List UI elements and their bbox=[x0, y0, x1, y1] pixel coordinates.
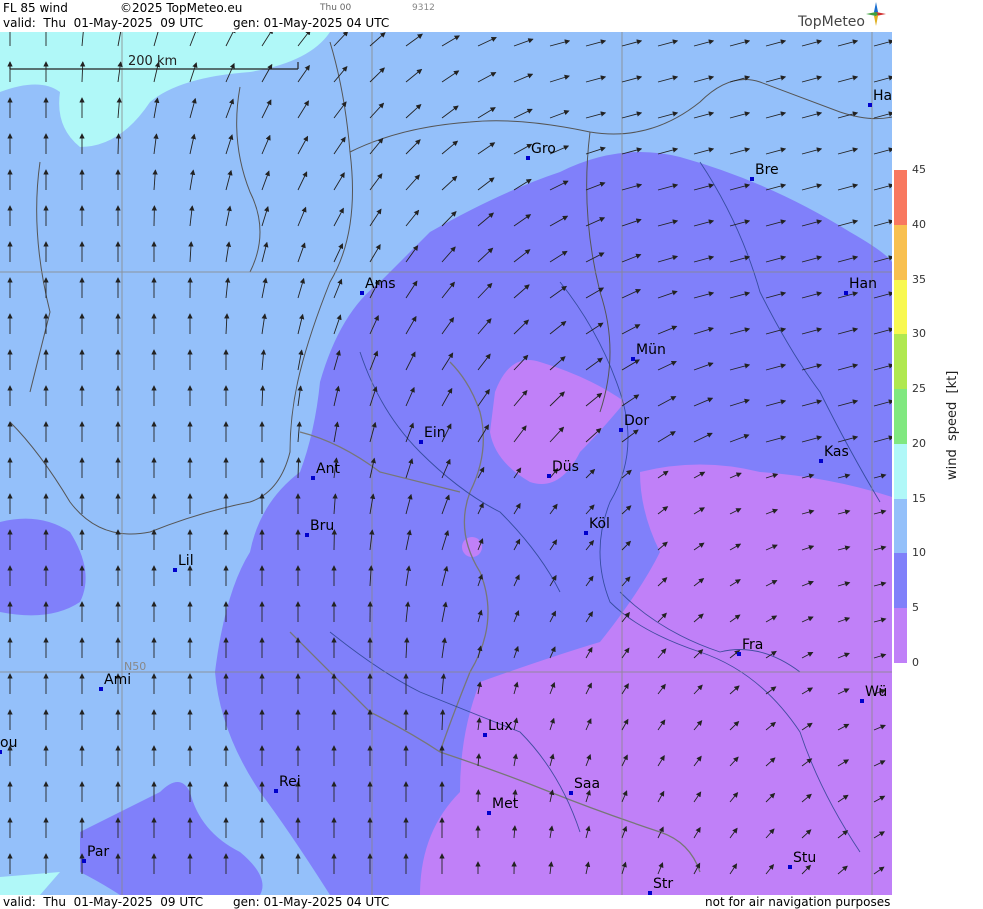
city-marker bbox=[844, 291, 848, 295]
legend-swatch-35-40 bbox=[894, 224, 907, 280]
city-marker bbox=[274, 789, 278, 793]
city-label: Str bbox=[653, 876, 674, 892]
city-label: Ams bbox=[365, 276, 396, 292]
legend-swatch-20-25 bbox=[894, 389, 907, 444]
city-marker bbox=[631, 357, 635, 361]
city-label: Par bbox=[87, 844, 110, 860]
city-label: Gro bbox=[531, 141, 556, 157]
legend-swatch-0-5 bbox=[894, 608, 907, 663]
city-marker bbox=[750, 177, 754, 181]
city-label: Kas bbox=[824, 444, 849, 460]
city-marker bbox=[526, 156, 530, 160]
city-marker bbox=[860, 699, 864, 703]
city-label: Düs bbox=[552, 459, 579, 475]
city-label: Wü bbox=[865, 684, 888, 700]
city-marker bbox=[483, 733, 487, 737]
city-marker bbox=[868, 103, 872, 107]
city-label: Met bbox=[492, 796, 519, 812]
legend-swatch-25-30 bbox=[894, 334, 907, 390]
city-label: Bre bbox=[755, 162, 779, 178]
legend-tick: 40 bbox=[912, 217, 926, 231]
valid-time: valid: Thu 01-May-2025 09 UTC bbox=[3, 16, 204, 30]
footer-generated-time: gen: 01-May-2025 04 UTC bbox=[233, 895, 390, 909]
city-marker bbox=[305, 533, 309, 537]
copyright-text: ©2025 TopMeteo.eu bbox=[120, 1, 243, 15]
legend-tick: 25 bbox=[912, 382, 926, 396]
city-label: Ant bbox=[316, 461, 340, 477]
legend-tick: 10 bbox=[912, 546, 926, 560]
legend-tick: 5 bbox=[912, 601, 919, 615]
legend-tick: 20 bbox=[912, 436, 926, 450]
legend-title: wind speed [kt] bbox=[945, 370, 960, 480]
map-footer: valid: Thu 01-May-2025 09 UTC gen: 01-Ma… bbox=[0, 895, 892, 909]
disclaimer-text: not for air navigation purposes bbox=[705, 895, 891, 909]
city-marker bbox=[311, 476, 315, 480]
generated-time: gen: 01-May-2025 04 UTC bbox=[233, 16, 390, 30]
city-marker bbox=[547, 474, 551, 478]
map-header: FL 85 wind ©2025 TopMeteo.eu Thu 00 9312… bbox=[0, 0, 892, 32]
city-label: Ein bbox=[424, 425, 446, 441]
legend-tick: 30 bbox=[912, 327, 926, 341]
legend-swatch-10-15 bbox=[894, 498, 907, 554]
scale-label: 200 km bbox=[128, 54, 177, 69]
city-marker bbox=[419, 440, 423, 444]
city-marker bbox=[788, 865, 792, 869]
legend-tick: 15 bbox=[912, 491, 926, 505]
city-label: Fra bbox=[742, 637, 764, 653]
small-day-label: Thu 00 bbox=[320, 3, 352, 13]
city-marker bbox=[173, 568, 177, 572]
city-marker bbox=[737, 652, 741, 656]
legend-swatch-15-20 bbox=[894, 443, 907, 499]
city-marker bbox=[819, 459, 823, 463]
legend-tick: 35 bbox=[912, 272, 926, 286]
city-marker bbox=[99, 687, 103, 691]
wind-arrow bbox=[115, 133, 122, 155]
city-label: Lil bbox=[178, 553, 194, 569]
city-label: Saa bbox=[574, 776, 601, 792]
city-marker bbox=[584, 531, 588, 535]
city-label: Bru bbox=[310, 518, 335, 534]
product-title: FL 85 wind bbox=[3, 1, 68, 15]
city-label: Rei bbox=[279, 774, 301, 790]
city-marker bbox=[82, 859, 86, 863]
wind-speed-legend: 0 5 10 15 20 25 30 35 40 45 wind speed [kt] bbox=[893, 0, 983, 909]
city-marker bbox=[619, 428, 623, 432]
compass-star-icon bbox=[866, 2, 886, 26]
city-label: Lux bbox=[488, 718, 513, 734]
small-code-label: 9312 bbox=[412, 3, 435, 13]
city-marker bbox=[487, 811, 491, 815]
topmeteo-logo: TopMeteo bbox=[798, 14, 865, 30]
city-label: Köl bbox=[589, 516, 610, 532]
city-label: Ami bbox=[104, 672, 132, 688]
legend-swatch-5-10 bbox=[894, 553, 907, 609]
city-label: Han bbox=[849, 276, 877, 292]
city-label: Stu bbox=[793, 850, 817, 866]
city-label: ou bbox=[0, 735, 18, 751]
city-label: Dor bbox=[624, 413, 650, 429]
footer-valid-time: valid: Thu 01-May-2025 09 UTC bbox=[3, 895, 204, 909]
legend-swatch-40-45 bbox=[894, 170, 907, 225]
city-label: Mün bbox=[636, 342, 666, 358]
legend-tick: 0 bbox=[912, 656, 919, 669]
city-label: Ha bbox=[873, 88, 893, 104]
legend-swatch-30-35 bbox=[894, 279, 907, 335]
wind-arrow bbox=[295, 457, 302, 479]
legend-tick: 45 bbox=[912, 163, 926, 176]
city-marker bbox=[569, 791, 573, 795]
city-marker bbox=[360, 291, 364, 295]
